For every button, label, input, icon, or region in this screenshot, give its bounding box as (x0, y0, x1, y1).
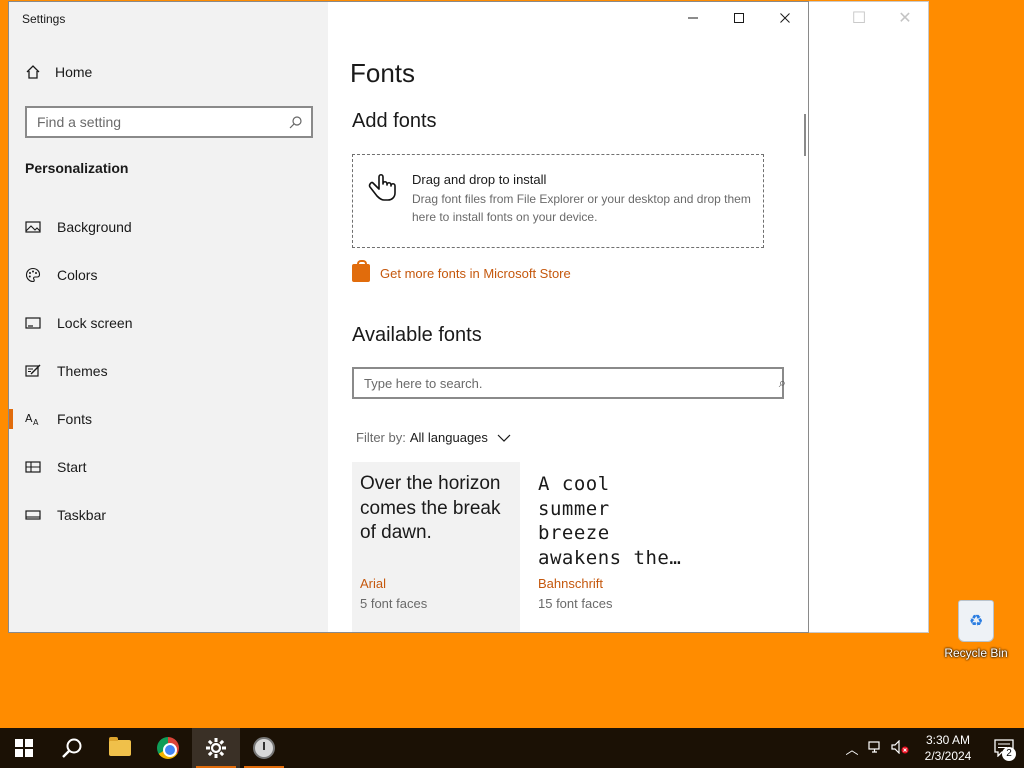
bg-close-icon[interactable]: ✕ (882, 2, 928, 34)
action-center-button[interactable]: 2 (984, 728, 1024, 768)
sidebar-item-label: Fonts (57, 411, 93, 427)
drop-zone-description: Drag font files from File Explorer or yo… (412, 192, 751, 224)
minimize-icon (688, 17, 698, 19)
start-button[interactable] (0, 728, 48, 768)
main-content: Fonts Add fonts Drag and drop to install… (328, 2, 808, 632)
settings-taskbar-button[interactable] (192, 728, 240, 768)
sidebar-item-start[interactable]: Start (9, 443, 328, 491)
font-sample-text: Over the horizon comes the break of dawn… (360, 473, 501, 543)
windows-logo-icon (15, 739, 33, 757)
page-title: Fonts (350, 58, 416, 88)
clock-app-icon (253, 737, 275, 759)
sidebar-item-lock-screen[interactable]: Lock screen (9, 299, 328, 347)
find-setting-placeholder: Find a setting (37, 114, 122, 130)
chrome-button[interactable] (144, 728, 192, 768)
clock-time: 3:30 AM (925, 733, 971, 747)
svg-text:A: A (33, 418, 39, 427)
section-title: Personalization (25, 160, 129, 176)
font-search-input[interactable]: Type here to search. ⌕ (352, 367, 786, 399)
scrollbar-thumb[interactable] (804, 114, 806, 156)
network-icon[interactable] (864, 740, 888, 757)
background-window: ☐ ✕ (808, 1, 929, 633)
search-icon (62, 738, 82, 758)
sidebar-item-fonts[interactable]: AA Fonts (9, 395, 328, 443)
sidebar-item-background[interactable]: Background (9, 203, 328, 251)
filter-label: Filter by: (356, 430, 406, 445)
window-title: Settings (22, 12, 66, 26)
gear-icon (206, 738, 226, 758)
folder-icon (109, 737, 131, 756)
picture-icon (25, 221, 41, 233)
font-name: Bahnschrift (538, 576, 604, 591)
sidebar-item-label: Themes (57, 363, 108, 379)
sidebar-item-label: Start (57, 459, 87, 475)
close-button[interactable] (762, 2, 808, 34)
lock-screen-icon (25, 317, 41, 329)
home-nav[interactable]: Home (25, 64, 92, 80)
font-card-arial[interactable]: Over the horizon comes the break of dawn… (352, 462, 520, 632)
palette-icon (25, 267, 41, 283)
drop-zone-title: Drag and drop to install (412, 172, 547, 187)
maximize-icon (734, 13, 744, 23)
recycle-bin-desktop-icon[interactable]: ♻ Recycle Bin (943, 600, 1009, 660)
find-setting-input[interactable]: Find a setting (25, 106, 313, 138)
hand-pointer-icon (367, 169, 401, 210)
search-icon[interactable] (289, 115, 303, 129)
recycle-bin-label: Recycle Bin (944, 646, 1008, 660)
font-drop-zone[interactable]: Drag and drop to install Drag font files… (352, 154, 764, 248)
bg-maximize-icon[interactable]: ☐ (836, 2, 882, 34)
fonts-icon: AA (25, 412, 39, 427)
start-icon (25, 461, 41, 473)
font-sample-text: A cool summer breeze awakens the… (538, 473, 682, 569)
home-icon (26, 65, 40, 79)
sidebar-item-label: Colors (57, 267, 98, 283)
filter-value: All languages (409, 430, 488, 445)
home-label: Home (55, 64, 93, 80)
close-icon (780, 13, 790, 23)
recycle-bin-icon: ♻ (958, 600, 994, 642)
notification-count-badge: 2 (1002, 747, 1016, 761)
chrome-icon (157, 737, 179, 759)
available-fonts-heading: Available fonts (352, 324, 482, 346)
sidebar-item-label: Lock screen (57, 315, 133, 331)
chevron-down-icon (497, 434, 511, 442)
file-explorer-button[interactable] (96, 728, 144, 768)
minimize-button[interactable] (670, 2, 716, 34)
font-face-count: 5 font faces (360, 596, 428, 611)
sidebar-item-label: Taskbar (57, 507, 107, 523)
taskbar-clock[interactable]: 3:30 AM 2/3/2024 (912, 732, 984, 764)
search-icon[interactable]: ⌕ (779, 375, 786, 391)
sidebar-item-themes[interactable]: Themes (9, 347, 328, 395)
store-bag-icon (352, 260, 370, 282)
sidebar-item-taskbar[interactable]: Taskbar (9, 491, 328, 539)
nav-list: Background Colors Lock screen Themes AA … (9, 203, 328, 539)
language-filter[interactable]: Filter by: All languages (356, 430, 512, 445)
maximize-button[interactable] (716, 2, 762, 34)
sidebar: Settings Home Find a setting Personaliza… (9, 2, 328, 632)
sidebar-item-colors[interactable]: Colors (9, 251, 328, 299)
font-face-count: 15 font faces (538, 596, 613, 611)
chevron-up-icon[interactable]: ︿ (840, 739, 864, 758)
clock-date: 2/3/2024 (924, 749, 972, 763)
add-fonts-heading: Add fonts (352, 110, 437, 132)
store-link-label: Get more fonts in Microsoft Store (380, 265, 571, 281)
font-card-bahnschrift[interactable]: A cool summer breeze awakens the… Bahnsc… (530, 462, 698, 632)
clock-app-button[interactable] (240, 728, 288, 768)
system-tray: ︿ 3:30 AM 2/3/2024 2 (840, 728, 1024, 768)
taskbar: ︿ 3:30 AM 2/3/2024 2 (0, 728, 1024, 768)
search-button[interactable] (48, 728, 96, 768)
sidebar-item-label: Background (57, 219, 132, 235)
svg-text:A: A (25, 412, 33, 425)
taskbar-icon (25, 510, 41, 520)
font-name: Arial (360, 576, 387, 591)
settings-window: Settings Home Find a setting Personaliza… (8, 1, 809, 633)
volume-muted-icon[interactable] (888, 739, 912, 757)
font-search-placeholder: Type here to search. (364, 375, 483, 391)
microsoft-store-link[interactable]: Get more fonts in Microsoft Store (352, 260, 571, 282)
themes-icon (25, 364, 41, 377)
